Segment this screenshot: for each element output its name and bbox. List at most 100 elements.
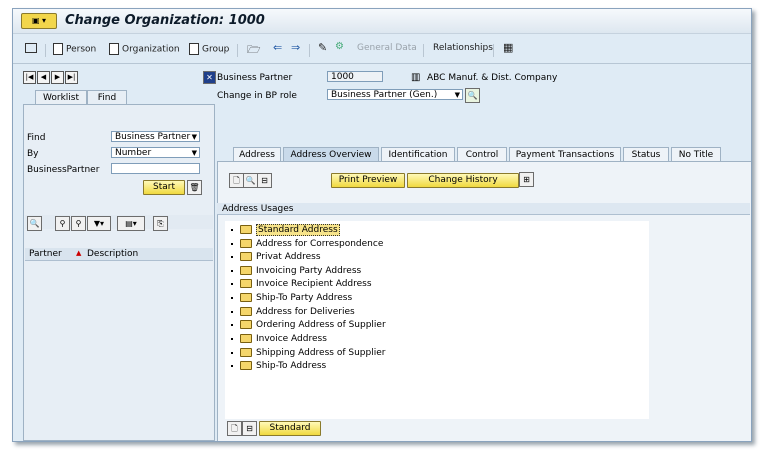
tree-item[interactable]: Address for Correspondence bbox=[231, 239, 383, 249]
bp-name: ABC Manuf. & Dist. Company bbox=[427, 73, 558, 83]
tree-item[interactable]: Ordering Address of Supplier bbox=[231, 320, 386, 330]
system-menu-button[interactable]: ▣ ▾ bbox=[21, 13, 57, 29]
tree-item[interactable]: Privat Address bbox=[231, 252, 321, 262]
document-icon bbox=[53, 43, 63, 55]
organization-button[interactable]: Organization bbox=[109, 43, 180, 55]
next-page-icon[interactable]: ▶ bbox=[51, 71, 64, 84]
by-label: By bbox=[27, 149, 39, 159]
tab-control[interactable]: Control bbox=[457, 147, 507, 162]
navigator-panel: Find Business Partner ▼ By Number ▼ Busine… bbox=[23, 104, 215, 441]
bullet bbox=[231, 242, 233, 245]
tree-item[interactable]: Invoicing Party Address bbox=[231, 266, 361, 276]
tab-no-title[interactable]: No Title bbox=[671, 147, 721, 162]
last-page-icon[interactable]: ▶| bbox=[65, 71, 78, 84]
start-button[interactable]: Start bbox=[143, 180, 185, 195]
title-bar: ▣ ▾ Change Organization: 1000 bbox=[13, 9, 751, 34]
application-toolbar: Person Organization Group 🗁 ⇐ ⇒ ✎ ⚙ Gene… bbox=[13, 40, 751, 60]
tab-address[interactable]: Address bbox=[233, 147, 281, 162]
folder-icon bbox=[240, 293, 252, 302]
role-dropdown[interactable]: Business Partner (Gen.) ▼ bbox=[327, 89, 463, 100]
delete-icon[interactable]: ⊟ bbox=[257, 173, 272, 188]
chevron-down-icon: ▼ bbox=[454, 91, 460, 99]
group-label: Group bbox=[202, 44, 230, 55]
tab-find[interactable]: Find bbox=[87, 90, 127, 105]
delete-icon[interactable]: ⊟ bbox=[242, 421, 257, 436]
display-change-icon[interactable]: ⚙ bbox=[335, 41, 344, 52]
prev-page-icon[interactable]: ◀ bbox=[37, 71, 50, 84]
details-icon[interactable]: 🔍 bbox=[243, 173, 258, 188]
document-icon bbox=[189, 43, 199, 55]
person-button[interactable]: Person bbox=[53, 43, 96, 55]
chevron-down-icon: ▼ bbox=[191, 149, 197, 157]
tab-address-overview[interactable]: Address Overview bbox=[283, 147, 379, 162]
tree-item-label: Ship-To Party Address bbox=[256, 293, 353, 303]
toggle-navigator-icon[interactable] bbox=[25, 43, 37, 54]
tree-item[interactable]: Standard Address bbox=[231, 224, 340, 236]
new-document-icon[interactable]: 🗋 bbox=[227, 421, 242, 436]
address-usages-tree: Standard Address Address for Corresponde… bbox=[225, 221, 649, 419]
tree-item-label: Ship-To Address bbox=[256, 361, 327, 371]
tree-item[interactable]: Invoice Address bbox=[231, 334, 327, 344]
bp-label: Business Partner bbox=[217, 73, 293, 83]
details-icon[interactable]: 🔍 bbox=[27, 216, 42, 231]
general-data-button[interactable]: General Data bbox=[357, 43, 417, 53]
sort-icon: ▲ bbox=[76, 249, 82, 257]
toolbar-separator bbox=[493, 44, 494, 57]
toolbar-separator bbox=[309, 44, 310, 57]
tab-payment-transactions[interactable]: Payment Transactions bbox=[509, 147, 621, 162]
find-next-icon[interactable]: ⚲ bbox=[71, 216, 86, 231]
folder-icon bbox=[240, 320, 252, 329]
bullet bbox=[231, 269, 233, 272]
toolbar-separator bbox=[45, 44, 46, 57]
export-icon[interactable]: ⎘ bbox=[153, 216, 168, 231]
folder-icon bbox=[240, 307, 252, 316]
group-button[interactable]: Group bbox=[189, 43, 229, 55]
trash-icon[interactable]: 🗑 bbox=[187, 180, 202, 195]
window-title: Change Organization: 1000 bbox=[65, 13, 265, 28]
tree-item[interactable]: Ship-To Party Address bbox=[231, 293, 352, 303]
organization-label: Organization bbox=[122, 44, 180, 55]
tree-item[interactable]: Shipping Address of Supplier bbox=[231, 348, 385, 358]
folder-icon bbox=[240, 239, 252, 248]
change-history-button[interactable]: Change History bbox=[407, 173, 519, 188]
relationships-button[interactable]: Relationships bbox=[433, 43, 493, 53]
tree-item[interactable]: Ship-To Address bbox=[231, 361, 326, 371]
standard-button[interactable]: Standard bbox=[259, 421, 321, 436]
tree-item[interactable]: Address for Deliveries bbox=[231, 307, 355, 317]
column-set-icon[interactable]: ▤▾ bbox=[117, 216, 145, 231]
find-dropdown[interactable]: Business Partner ▼ bbox=[111, 131, 200, 142]
tree-item-label: Invoice Address bbox=[256, 334, 327, 344]
bullet bbox=[231, 228, 233, 231]
edit-pencil-icon[interactable]: ✎ bbox=[318, 41, 327, 54]
back-arrow-icon[interactable]: ⇐ bbox=[273, 41, 282, 54]
tree-item[interactable]: Invoice Recipient Address bbox=[231, 279, 372, 289]
hierarchy-icon[interactable]: ⊞ bbox=[519, 172, 534, 187]
folder-icon bbox=[240, 348, 252, 357]
find-icon[interactable]: ⚲ bbox=[55, 216, 70, 231]
person-label: Person bbox=[66, 44, 97, 55]
folder-icon bbox=[240, 252, 252, 261]
column-description[interactable]: Description bbox=[87, 249, 138, 259]
sap-window: ▣ ▾ Change Organization: 1000 Person Org… bbox=[12, 8, 752, 442]
new-document-icon[interactable]: 🗋 bbox=[229, 173, 244, 188]
folder-icon bbox=[240, 279, 252, 288]
close-x-icon[interactable]: ✕ bbox=[203, 71, 216, 84]
tab-worklist[interactable]: Worklist bbox=[35, 90, 87, 105]
layout-icon[interactable]: ▦ bbox=[503, 41, 513, 54]
businesspartner-input[interactable] bbox=[111, 163, 200, 174]
open-folder-icon[interactable]: 🗁 bbox=[247, 41, 261, 60]
bp-number-field: 1000 bbox=[327, 71, 383, 82]
filter-icon[interactable]: ▼▾ bbox=[87, 216, 111, 231]
forward-arrow-icon[interactable]: ⇒ bbox=[291, 41, 300, 54]
bullet bbox=[231, 255, 233, 258]
column-partner[interactable]: Partner bbox=[29, 249, 62, 259]
tree-item-label: Address for Deliveries bbox=[256, 307, 355, 317]
by-dropdown[interactable]: Number ▼ bbox=[111, 147, 200, 158]
search-icon[interactable]: 🔍 bbox=[465, 88, 480, 103]
tree-item-label: Invoicing Party Address bbox=[256, 266, 362, 276]
tab-status[interactable]: Status bbox=[623, 147, 669, 162]
first-page-icon[interactable]: |◀ bbox=[23, 71, 36, 84]
print-preview-button[interactable]: Print Preview bbox=[331, 173, 405, 188]
folder-icon bbox=[240, 266, 252, 275]
tab-identification[interactable]: Identification bbox=[381, 147, 455, 162]
